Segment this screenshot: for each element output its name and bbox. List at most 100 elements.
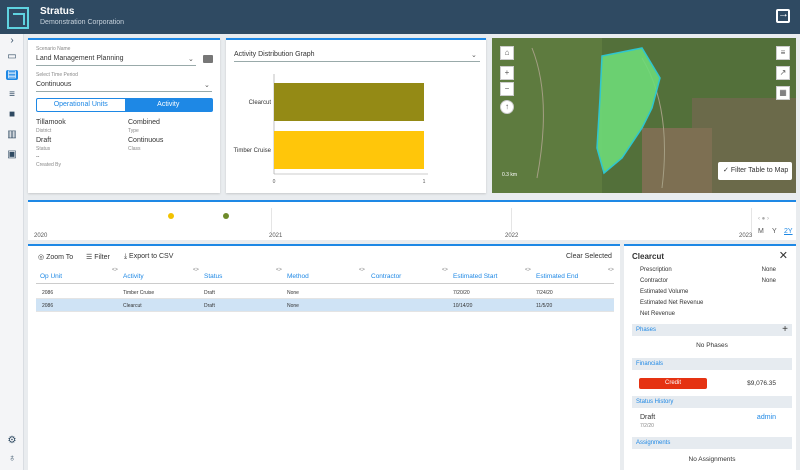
col-status[interactable]: Status xyxy=(204,273,222,280)
chevron-down-icon[interactable]: ⌄ xyxy=(471,51,477,59)
monitor-icon[interactable]: ▭ xyxy=(6,52,18,62)
cell-method: None xyxy=(287,290,299,296)
cell-estimated-end: 7/24/20 xyxy=(536,290,553,296)
filter-button[interactable]: ☰ Filter xyxy=(86,253,110,261)
district-label: District xyxy=(36,128,52,134)
timeline-dot[interactable] xyxy=(168,213,174,219)
map-scale: 0.3 km xyxy=(502,172,518,178)
col-contractor[interactable]: Contractor xyxy=(371,273,401,280)
sort-icon[interactable]: <> xyxy=(112,267,118,273)
gear-icon[interactable]: ⚙ xyxy=(6,436,18,446)
unit-activity-tabs: Operational Units Activity xyxy=(36,98,213,112)
tick-label: 1 xyxy=(423,179,426,185)
chevron-down-icon[interactable]: ⌄ xyxy=(204,81,210,89)
field-key: Prescription xyxy=(640,267,672,273)
filter-label: Filter xyxy=(94,254,110,261)
bell-icon[interactable]: ♁ xyxy=(6,454,18,464)
filter-table-to-map-button[interactable]: ✓ Filter Table to Map xyxy=(718,162,792,180)
timeline-nav-icon[interactable]: ‹ ● › xyxy=(758,216,769,222)
zoom-2y[interactable]: 2Y xyxy=(784,228,793,235)
sort-icon[interactable]: <> xyxy=(525,267,531,273)
type-value: Combined xyxy=(128,119,160,126)
activity-table-panel: ◎ Zoom To ☰ Filter ⤓ Export to CSV Clear… xyxy=(28,244,620,470)
export-csv-button[interactable]: ⤓ Export to CSV xyxy=(124,253,173,261)
external-link-icon[interactable]: ↗ xyxy=(776,66,790,80)
sort-icon[interactable]: <> xyxy=(193,267,199,273)
map-icon[interactable]: ▥ xyxy=(6,130,18,140)
app-title: Stratus xyxy=(40,6,75,17)
zoom-year[interactable]: Y xyxy=(772,228,777,235)
timeline[interactable]: 2020 2021 2022 2023 ‹ ● › M Y 2Y xyxy=(28,200,796,240)
phases-header[interactable]: Phases + xyxy=(632,324,792,336)
time-period-select[interactable]: Continuous xyxy=(36,81,71,88)
field-key: Estimated Volume xyxy=(640,289,689,295)
field-value: None xyxy=(761,278,776,284)
zoom-month[interactable]: M xyxy=(758,228,764,235)
cell-estimated-start: 7/20/20 xyxy=(453,290,470,296)
created-by-label: Created By xyxy=(36,162,62,168)
credit-amount: $9,076.35 xyxy=(747,380,776,387)
col-estimated-end[interactable]: Estimated End xyxy=(536,273,578,280)
assignments-header[interactable]: Assignments xyxy=(632,437,792,449)
timeline-dot[interactable] xyxy=(223,213,229,219)
field-value: None xyxy=(761,267,776,273)
year-label: 2021 xyxy=(269,233,283,239)
cell-method: None xyxy=(287,303,299,309)
graph-title: Activity Distribution Graph xyxy=(234,51,315,58)
financials-header[interactable]: Financials xyxy=(632,358,792,370)
tab-operational-units[interactable]: Operational Units xyxy=(37,99,125,111)
scenario-panel: Scenario Name Land Management Planning ⌄… xyxy=(28,38,220,193)
field-key: Estimated Net Revenue xyxy=(640,300,704,306)
cell-op-unit: 2086 xyxy=(42,303,54,309)
truck-icon[interactable]: ■ xyxy=(6,110,18,120)
app-logo-icon xyxy=(7,7,29,29)
sort-icon[interactable]: <> xyxy=(442,267,448,273)
status-history-header[interactable]: Status History xyxy=(632,396,792,408)
table-row[interactable]: 2086 Clearcut Draft None 10/14/20 11/5/2… xyxy=(36,299,614,312)
no-phases-text: No Phases xyxy=(696,342,728,349)
bar-clearcut xyxy=(274,83,424,121)
close-icon[interactable]: ✕ xyxy=(779,249,788,262)
zoom-out-icon[interactable]: − xyxy=(500,82,514,96)
activity-detail-panel: Clearcut ✕ Prescription None Contractor … xyxy=(624,244,796,470)
chevron-down-icon[interactable]: ⌄ xyxy=(188,55,194,63)
zoom-label: Zoom To xyxy=(46,254,74,261)
col-op-unit[interactable]: Op Unit xyxy=(40,273,62,280)
layers-icon[interactable]: ≡ xyxy=(776,46,790,60)
category-label: Clearcut xyxy=(249,100,272,106)
divider xyxy=(36,283,614,284)
compass-icon[interactable]: ↑ xyxy=(500,100,514,114)
sort-icon[interactable]: <> xyxy=(359,267,365,273)
table-row[interactable]: 2086 Timber Cruise Draft None 7/20/20 7/… xyxy=(36,286,614,299)
tab-activity[interactable]: Activity xyxy=(124,99,212,111)
list-icon[interactable]: ≡ xyxy=(6,90,18,100)
target-icon: ◎ xyxy=(38,254,47,261)
export-label: Export to CSV xyxy=(129,253,174,260)
sort-icon[interactable]: <> xyxy=(276,267,282,273)
history-user-link[interactable]: admin xyxy=(757,414,776,421)
year-label: 2023 xyxy=(739,233,753,239)
year-label: 2022 xyxy=(505,233,519,239)
history-date: 7/2/20 xyxy=(640,423,654,429)
year-label: 2020 xyxy=(34,233,48,239)
clear-selected-button[interactable]: Clear Selected xyxy=(566,253,612,260)
history-status: Draft xyxy=(640,414,656,421)
clipboard-icon[interactable]: ▤ xyxy=(6,70,18,80)
book-icon[interactable]: ▣ xyxy=(6,150,18,160)
logout-icon[interactable] xyxy=(776,8,790,23)
col-activity[interactable]: Activity xyxy=(123,273,144,280)
district-value: Tillamook xyxy=(36,119,66,126)
zoom-in-icon[interactable]: + xyxy=(500,66,514,80)
add-icon[interactable]: + xyxy=(782,324,788,336)
activity-graph-panel: Activity Distribution Graph ⌄ Clearcut Ti… xyxy=(226,38,486,193)
col-estimated-start[interactable]: Estimated Start xyxy=(453,273,497,280)
col-method[interactable]: Method xyxy=(287,273,309,280)
sort-icon[interactable]: <> xyxy=(608,267,614,273)
scenario-name-select[interactable]: Land Management Planning xyxy=(36,55,124,62)
zoom-to-button[interactable]: ◎ Zoom To xyxy=(38,253,73,261)
folder-icon[interactable] xyxy=(203,55,213,63)
grid-icon[interactable]: ▦ xyxy=(776,86,790,100)
cell-estimated-start: 10/14/20 xyxy=(453,303,473,309)
expand-chevron-icon[interactable]: › xyxy=(6,36,18,46)
home-icon[interactable]: ⌂ xyxy=(500,46,514,60)
